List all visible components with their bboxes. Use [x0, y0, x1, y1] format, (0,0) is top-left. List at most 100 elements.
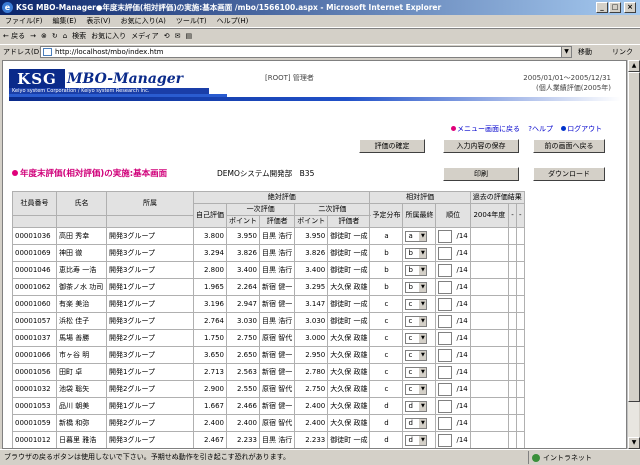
- media-button[interactable]: メディア: [131, 29, 159, 44]
- rank-input[interactable]: [438, 382, 453, 396]
- chevron-down-icon: ▼: [419, 282, 427, 292]
- menu-edit[interactable]: 編集(E): [48, 15, 82, 28]
- logo-product: MBO-Manager: [67, 71, 183, 87]
- rank-cell: [435, 414, 455, 432]
- menu-view[interactable]: 表示(V): [81, 15, 115, 28]
- period-info: 2005/01/01～2005/12/31 (個人業績評価(2005年): [481, 73, 611, 93]
- final-grade-select[interactable]: d ▼: [405, 417, 428, 429]
- name-cell: 田町 卓: [56, 363, 107, 381]
- second-point-cell: 2.400: [294, 397, 329, 415]
- page-title-text: 年度末評価(相対評価)の実施:基本画面: [20, 169, 168, 179]
- final-grade-select[interactable]: c ▼: [405, 298, 428, 310]
- vertical-scrollbar[interactable]: ▲ ▼: [627, 60, 640, 449]
- rank-input[interactable]: [438, 416, 453, 430]
- menu-link[interactable]: メニュー画面に戻る: [457, 125, 520, 133]
- final-grade-select[interactable]: c ▼: [405, 315, 428, 327]
- go-button[interactable]: 移動: [578, 45, 592, 59]
- rank-input[interactable]: [438, 331, 453, 345]
- menu-file[interactable]: ファイル(F): [0, 15, 48, 28]
- refresh-button[interactable]: ↻: [52, 29, 58, 44]
- final-grade-select[interactable]: c ▼: [405, 383, 428, 395]
- second-rater-cell: 御徒町 一成: [327, 312, 371, 330]
- self-score-cell: 3.196: [193, 295, 227, 313]
- header-final: 所属最終: [402, 203, 437, 228]
- rank-input[interactable]: [438, 348, 453, 362]
- final-grade-select[interactable]: d ▼: [405, 400, 428, 412]
- final-grade-select[interactable]: a ▼: [405, 230, 428, 242]
- first-rater-cell: 新宿 健一: [258, 295, 296, 313]
- emp-no-cell: 00001032: [12, 380, 57, 398]
- scroll-thumb[interactable]: [628, 72, 640, 402]
- scroll-down-icon[interactable]: ▼: [628, 437, 640, 449]
- table-row: 00001046 恵比寿 一浩 開発3グループ 2.800 3.400 目黒 浩行 3.40…: [12, 261, 525, 279]
- pred-cell: c: [369, 329, 404, 347]
- rank-input[interactable]: [438, 433, 453, 447]
- final-grade-select[interactable]: c ▼: [405, 332, 428, 344]
- table-row: 00001059 新橋 和弥 開発2グループ 2.400 2.400 原宿 智代 2.400…: [12, 414, 525, 432]
- logout-link[interactable]: ログアウト: [567, 125, 602, 133]
- final-grade-select[interactable]: c ▼: [405, 349, 428, 361]
- address-dropdown-icon[interactable]: ▼: [561, 47, 571, 57]
- history-button[interactable]: ⟲: [164, 29, 170, 44]
- rank-input[interactable]: [438, 229, 453, 243]
- name-cell: 恵比寿 一浩: [56, 261, 107, 279]
- save-button[interactable]: 入力内容の保存: [443, 139, 519, 153]
- past-result-cell: [469, 363, 510, 381]
- final-grade-select[interactable]: d ▼: [405, 434, 428, 446]
- menu-favorites[interactable]: お気に入り(A): [116, 15, 171, 28]
- rank-input[interactable]: [438, 263, 453, 277]
- second-point-cell: 3.030: [294, 312, 329, 330]
- menu-tools[interactable]: ツール(T): [171, 15, 212, 28]
- print-button[interactable]: 印刷: [443, 167, 519, 181]
- print-toolbar-button[interactable]: ▤: [185, 29, 192, 44]
- rank-input[interactable]: [438, 314, 453, 328]
- self-score-cell: 1.750: [193, 329, 227, 347]
- rank-input[interactable]: [438, 399, 453, 413]
- past-result-cell: [469, 261, 510, 279]
- close-button[interactable]: ×: [624, 2, 636, 13]
- confirm-button[interactable]: 評価の確定: [359, 139, 425, 153]
- back-button[interactable]: ← 戻る: [3, 29, 25, 44]
- final-grade-select[interactable]: b ▼: [405, 264, 428, 276]
- download-button[interactable]: ダウンロード: [533, 167, 605, 181]
- second-point-cell: 3.147: [294, 295, 329, 313]
- first-point-cell: 3.030: [226, 312, 260, 330]
- past-result-cell: [469, 312, 510, 330]
- rank-input[interactable]: [438, 297, 453, 311]
- final-cell: a ▼: [402, 227, 437, 245]
- search-button[interactable]: 検索: [72, 29, 86, 44]
- final-grade-select[interactable]: c ▼: [405, 366, 428, 378]
- rank-cell: [435, 278, 455, 296]
- scroll-up-icon[interactable]: ▲: [628, 60, 640, 72]
- second-rater-cell: 大久保 政雄: [327, 346, 371, 364]
- mail-button[interactable]: ✉: [175, 29, 181, 44]
- rank-input[interactable]: [438, 365, 453, 379]
- pred-cell: c: [369, 312, 404, 330]
- minimize-button[interactable]: _: [596, 2, 608, 13]
- address-input[interactable]: http://localhost/mbo/index.htm ▼: [40, 46, 572, 58]
- prev-screen-button[interactable]: 前の画面へ戻る: [533, 139, 605, 153]
- final-grade-select[interactable]: b ▼: [405, 281, 428, 293]
- group-cell: 開発1グループ: [106, 278, 194, 296]
- final-grade-select[interactable]: b ▼: [405, 247, 428, 259]
- second-point-cell: 2.950: [294, 346, 329, 364]
- second-point-cell: 3.400: [294, 261, 329, 279]
- rank-input[interactable]: [438, 280, 453, 294]
- home-button[interactable]: ⌂: [63, 29, 67, 44]
- chevron-down-icon: ▼: [419, 401, 427, 411]
- name-cell: 市ヶ谷 明: [56, 346, 107, 364]
- past-result-cell: [515, 431, 525, 448]
- rank-input[interactable]: [438, 246, 453, 260]
- second-rater-cell: 大久保 政雄: [327, 363, 371, 381]
- help-link[interactable]: ヘルプ: [532, 125, 553, 133]
- links-button[interactable]: リンク: [612, 45, 633, 59]
- emp-no-cell: 00001059: [12, 414, 57, 432]
- maximize-button[interactable]: □: [609, 2, 621, 13]
- past-result-cell: [515, 261, 525, 279]
- past-result-cell: [508, 227, 517, 245]
- favorites-button[interactable]: お気に入り: [91, 29, 126, 44]
- forward-button[interactable]: →: [30, 29, 36, 44]
- second-rater-cell: 御徒町 一成: [327, 244, 371, 262]
- stop-button[interactable]: ⊗: [41, 29, 47, 44]
- menu-help[interactable]: ヘルプ(H): [212, 15, 254, 28]
